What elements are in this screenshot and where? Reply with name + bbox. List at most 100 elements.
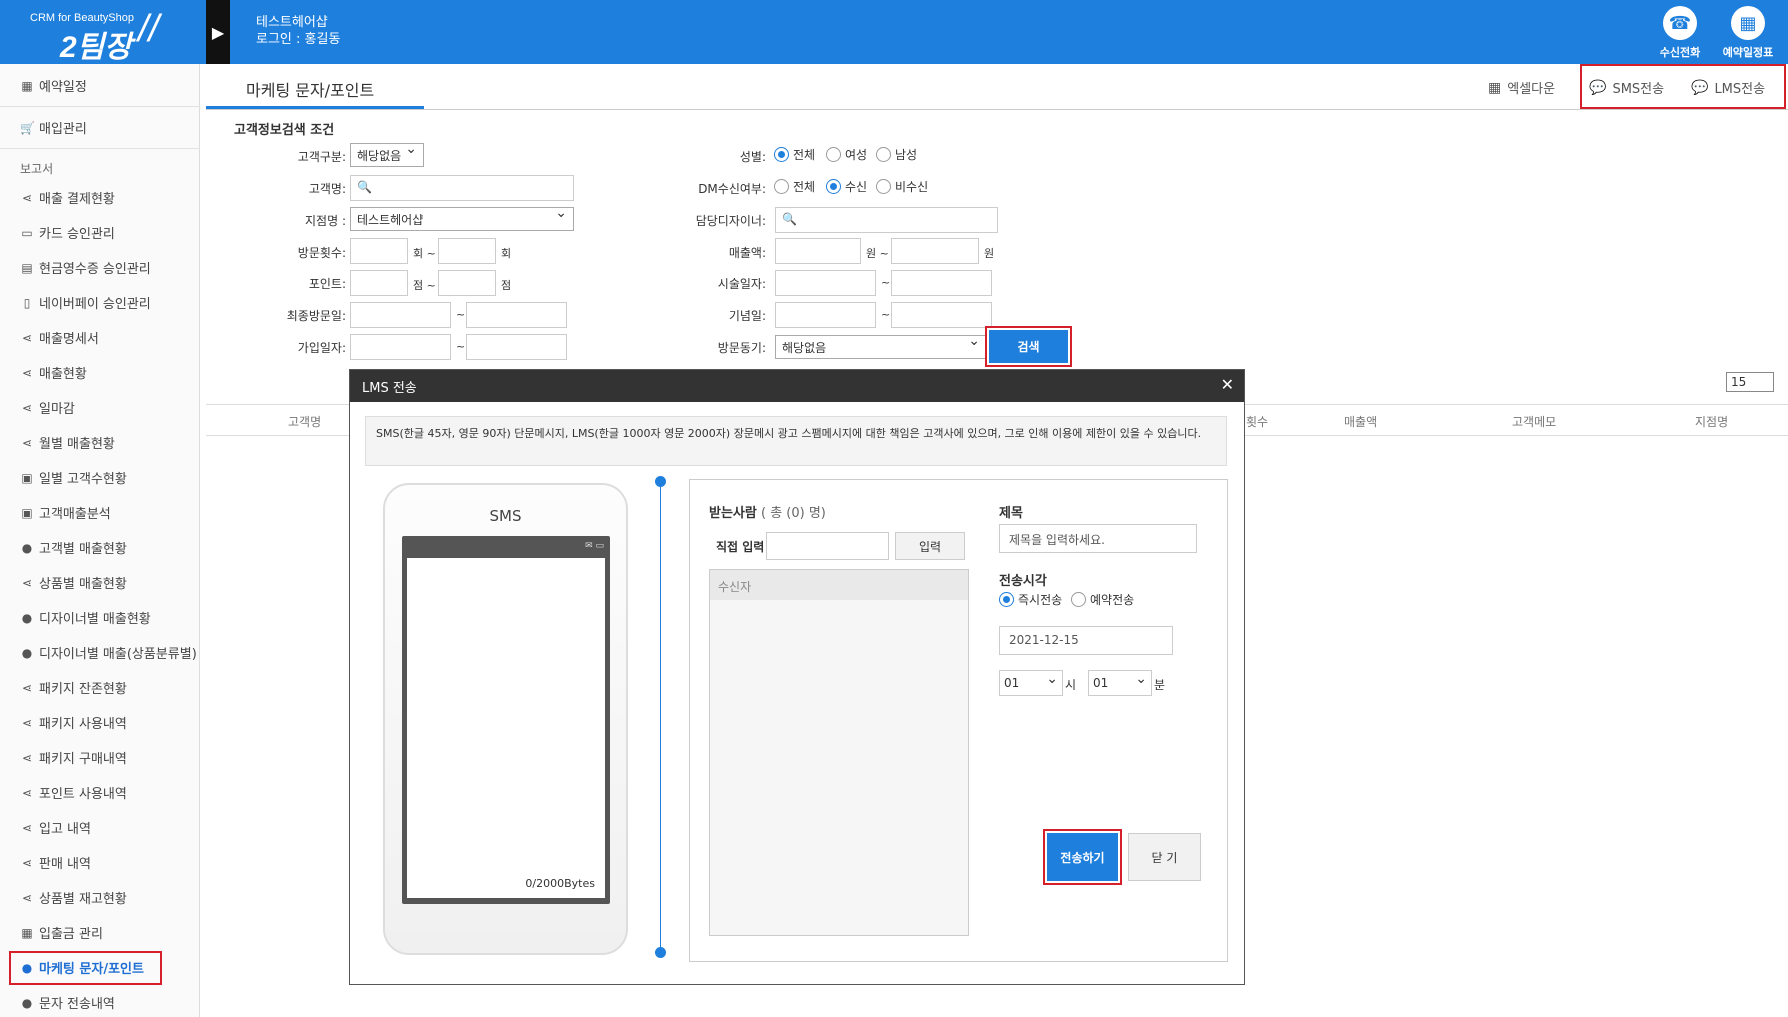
sidebar-item-package-purchase[interactable]: ⋖ 패키지 구매내역 (20, 748, 127, 768)
radio-checked-icon (774, 147, 789, 162)
visits-max-input[interactable] (438, 238, 496, 264)
anniversary-to-input[interactable] (891, 302, 992, 328)
dm-all-radio[interactable]: 전체 (774, 178, 815, 195)
phone-icon: ☎ (1663, 6, 1697, 40)
share-icon: ⋖ (21, 855, 33, 870)
customer-type-select[interactable]: 해당없음 (350, 141, 424, 167)
incoming-call-button[interactable]: ☎ 수신전화 (1650, 6, 1710, 60)
sidebar-item-reservation[interactable]: ▦ 예약일정 (20, 76, 87, 96)
visit-motive-select[interactable]: 해당없음 (775, 333, 987, 359)
dm-receive-radio[interactable]: 수신 (826, 178, 867, 195)
battery-icon: ✉ ▭ (585, 541, 604, 551)
last-visit-from-input[interactable] (350, 302, 451, 328)
shop-info: 테스트헤어샵 로그인 : 홍길동 (256, 14, 340, 48)
anniversary-from-input[interactable] (775, 302, 876, 328)
procedure-from-input[interactable] (775, 270, 876, 296)
hour-select[interactable]: 01 (999, 670, 1063, 696)
page-size-input[interactable]: 15 (1726, 372, 1774, 392)
last-visit-to-input[interactable] (466, 302, 567, 328)
send-now-radio[interactable]: 즉시전송 (999, 591, 1062, 608)
sidebar-item-card-approval[interactable]: ▭ 카드 승인관리 (20, 223, 115, 243)
schedule-button[interactable]: ▦ 예약일정표 (1718, 6, 1778, 60)
sidebar-item-cash-receipt[interactable]: ▤ 현금영수증 승인관리 (20, 258, 150, 278)
user-icon: ● (21, 540, 33, 555)
sidebar-item-stock-in[interactable]: ⋖ 입고 내역 (20, 818, 91, 838)
incoming-call-label: 수신전화 (1659, 46, 1701, 59)
sidebar-item-sales-status[interactable]: ⋖ 매출현황 (20, 363, 87, 383)
subject-label: 제목 (999, 506, 1023, 521)
points-max-input[interactable] (438, 270, 496, 296)
sidebar-item-designer-sales[interactable]: ● 디자이너별 매출현황 (20, 608, 151, 628)
customer-type-label: 고객구분: (297, 150, 346, 164)
sidebar-item-cash-flow[interactable]: ▦ 입출금 관리 (20, 923, 103, 943)
direct-input-field[interactable] (766, 532, 889, 560)
logo[interactable]: CRM for BeautyShop 2팀장 // (0, 0, 206, 64)
sales-max-input[interactable] (891, 238, 979, 264)
add-recipient-button[interactable]: 입력 (895, 532, 965, 560)
close-button[interactable]: 닫 기 (1128, 833, 1201, 881)
gender-all-radio[interactable]: 전체 (774, 146, 815, 163)
schedule-label: 예약일정표 (1722, 46, 1774, 59)
visits-min-input[interactable] (350, 238, 408, 264)
excel-download-button[interactable]: ▦ 엑셀다운 (1488, 78, 1555, 98)
visits-unit: 회 ~ (413, 247, 436, 260)
sidebar-item-sales-history[interactable]: ⋖ 판매 내역 (20, 853, 91, 873)
login-user: 로그인 : 홍길동 (256, 32, 341, 47)
sidebar-item-package-usage[interactable]: ⋖ 패키지 사용내역 (20, 713, 127, 733)
close-icon[interactable]: ✕ (1221, 375, 1234, 394)
recipient-list[interactable]: 수신자 (709, 569, 969, 936)
sidebar-item-sales-statement[interactable]: ⋖ 매출명세서 (20, 328, 99, 348)
column-header: 지점명 (1695, 415, 1729, 429)
points-label: 포인트: (308, 277, 346, 291)
sidebar-item-customer-sales[interactable]: ● 고객별 매출현황 (20, 538, 127, 558)
radio-icon (1071, 592, 1086, 607)
sidebar-item-monthly-sales[interactable]: ⋖ 월별 매출현황 (20, 433, 115, 453)
join-date-from-input[interactable] (350, 334, 451, 360)
sidebar-item-daily-close[interactable]: ⋖ 일마감 (20, 398, 75, 418)
sidebar-item-point-usage[interactable]: ⋖ 포인트 사용내역 (20, 783, 127, 803)
search-section-title: 고객정보검색 조건 (234, 123, 335, 138)
sidebar-toggle-button[interactable]: ▶ (206, 0, 230, 64)
calendar-icon: ▦ (21, 78, 33, 93)
send-time-label: 전송시각 (999, 574, 1047, 589)
card-icon: ▭ (21, 225, 33, 240)
sidebar-item-product-stock[interactable]: ⋖ 상품별 재고현황 (20, 888, 127, 908)
gender-male-radio[interactable]: 남성 (876, 146, 917, 163)
sidebar: ▦ 예약일정 🛒 매입관리 보고서 ⋖ 매출 결제현황 ▭ 카드 승인관리 ▤ 현금영수증… (0, 64, 200, 1017)
sidebar-item-designer-category-sales[interactable]: ● 디자이너별 매출(상품분류별) (20, 643, 197, 663)
branch-select[interactable]: 테스트헤어샵 (350, 205, 574, 231)
column-header: 횟수 (1246, 415, 1269, 429)
dm-reject-radio[interactable]: 비수신 (876, 178, 928, 195)
modal-header: LMS 전송 (350, 370, 1244, 402)
sidebar-item-sms-history[interactable]: ● 문자 전송내역 (20, 993, 115, 1013)
column-header: 고객메모 (1512, 415, 1557, 429)
phone-label: SMS (489, 507, 522, 525)
sidebar-item-product-sales[interactable]: ⋖ 상품별 매출현황 (20, 573, 127, 593)
send-date-input[interactable]: 2021-12-15 (999, 626, 1173, 655)
message-textarea[interactable]: 0/2000Bytes (407, 558, 605, 898)
sidebar-item-customer-analysis[interactable]: ▣ 고객매출분석 (20, 503, 110, 523)
sidebar-item-naverpay[interactable]: ▯ 네이버페이 승인관리 (20, 293, 151, 313)
share-icon: ⋖ (21, 435, 33, 450)
sidebar-item-package-remaining[interactable]: ⋖ 패키지 잔존현황 (20, 678, 127, 698)
gender-female-radio[interactable]: 여성 (826, 146, 867, 163)
column-header: 매출액 (1344, 415, 1378, 429)
byte-counter: 0/2000Bytes (525, 877, 595, 890)
chat-icon: ● (21, 995, 33, 1010)
points-min-input[interactable] (350, 270, 408, 296)
sales-min-input[interactable] (775, 238, 861, 264)
sidebar-item-daily-customers[interactable]: ▣ 일별 고객수현황 (20, 468, 127, 488)
customer-name-input[interactable]: 🔍 (350, 175, 574, 201)
minute-select[interactable]: 01 (1088, 670, 1152, 696)
send-later-radio[interactable]: 예약전송 (1071, 591, 1134, 608)
caret-right-icon: ▶ (211, 22, 225, 42)
join-date-to-input[interactable] (466, 334, 567, 360)
sidebar-item-purchase[interactable]: 🛒 매입관리 (20, 118, 87, 138)
share-icon: ⋖ (21, 330, 33, 345)
logo-mark: // (138, 8, 160, 50)
procedure-to-input[interactable] (891, 270, 992, 296)
subject-input[interactable]: 제목을 입력하세요. (999, 524, 1197, 553)
sidebar-item-sales-payment[interactable]: ⋖ 매출 결제현황 (20, 188, 115, 208)
designer-input[interactable]: 🔍 (775, 207, 998, 233)
range-tilde: ~ (456, 308, 466, 321)
